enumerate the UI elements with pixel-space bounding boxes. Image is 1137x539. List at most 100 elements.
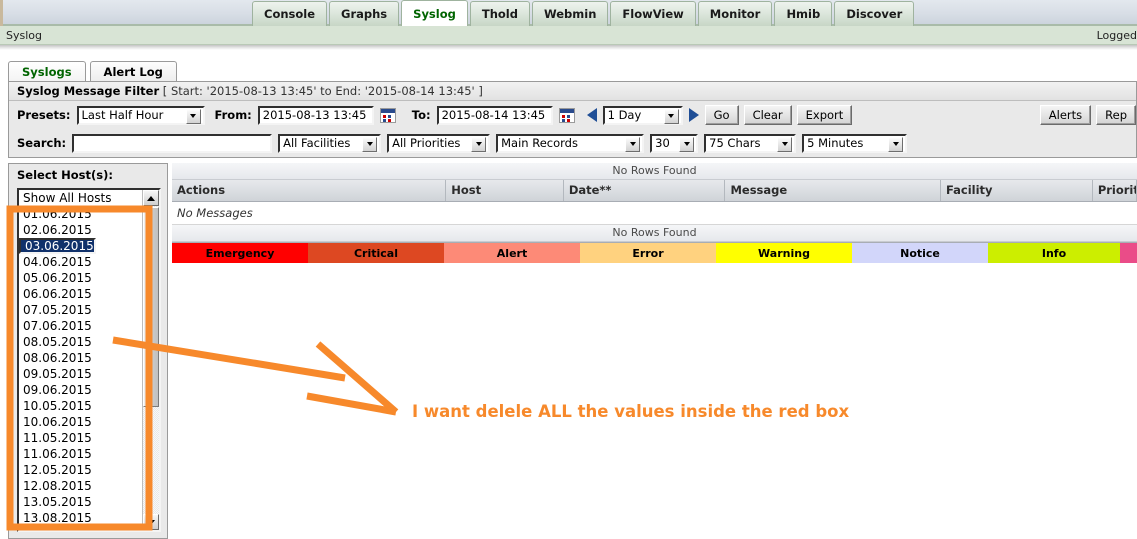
topbar-left-edge — [0, 0, 3, 26]
export-button[interactable]: Export — [796, 105, 853, 125]
select-hosts-panel: Select Host(s): Show All Hosts 01.06.2015… — [8, 163, 168, 539]
severity-extra[interactable] — [1120, 243, 1137, 263]
to-label: To: — [411, 108, 431, 122]
chars-select[interactable]: 75 Chars — [704, 133, 797, 153]
top-tab-flowview[interactable]: FlowView — [610, 1, 696, 26]
filter-title-text: Syslog Message Filter — [17, 84, 160, 98]
chevron-down-icon — [888, 136, 904, 152]
host-list-item[interactable]: 13.08.2015 — [19, 510, 143, 526]
to-date-input[interactable] — [436, 105, 553, 125]
refresh-select[interactable]: 5 Minutes — [802, 133, 908, 153]
from-label: From: — [214, 108, 252, 122]
host-list-item[interactable]: 02.06.2015 — [19, 222, 143, 238]
clear-button[interactable]: Clear — [743, 105, 792, 125]
calendar-icon-from[interactable] — [379, 107, 396, 123]
facilities-select[interactable]: All Facilities — [278, 133, 382, 153]
column-header-facility[interactable]: Facility — [941, 180, 1093, 201]
host-list-item[interactable]: 06.06.2015 — [19, 286, 143, 302]
search-input[interactable] — [72, 133, 273, 153]
chevron-down-icon — [471, 136, 487, 152]
presets-select[interactable]: Last Half Hour — [76, 105, 205, 125]
column-header-priority[interactable]: Priority — [1093, 180, 1137, 201]
page-shadow — [0, 45, 1137, 50]
sub-tab-syslogs[interactable]: Syslogs — [8, 61, 86, 82]
filter-date-range: [ Start: '2015-08-13 13:45' to End: '201… — [162, 84, 483, 98]
scroll-down-arrow-icon[interactable] — [143, 514, 159, 530]
priorities-select[interactable]: All Priorities — [387, 133, 491, 153]
host-list-item[interactable]: 11.05.2015 — [19, 430, 143, 446]
select-hosts-label: Select Host(s): — [17, 168, 113, 182]
syslog-results-area: No Rows Found Actions Host Date** Message Fa… — [172, 163, 1137, 263]
results-table-header: ActionsHostDate**MessageFacilityPriority — [172, 180, 1137, 202]
host-list-item[interactable]: 09.06.2015 — [19, 382, 143, 398]
host-list-item[interactable]: 07.05.2015 — [19, 302, 143, 318]
search-label: Search: — [17, 136, 67, 150]
host-list-item[interactable]: 03.06.2015 — [19, 238, 96, 254]
chevron-down-icon — [679, 136, 695, 152]
from-date-input[interactable] — [257, 105, 374, 125]
annotation-arrow-line-lower — [306, 392, 397, 416]
severity-critical[interactable]: Critical — [308, 243, 444, 263]
top-tab-webmin[interactable]: Webmin — [531, 1, 609, 26]
host-list-item[interactable]: 08.05.2015 — [19, 334, 143, 350]
chevron-down-icon — [777, 136, 793, 152]
top-tab-monitor[interactable]: Monitor — [697, 1, 773, 26]
calendar-icon-to[interactable] — [558, 107, 575, 123]
host-list-item-show-all[interactable]: Show All Hosts — [19, 190, 143, 206]
host-list-item[interactable]: 12.08.2015 — [19, 478, 143, 494]
host-list-item[interactable]: 05.06.2015 — [19, 270, 143, 286]
severity-info[interactable]: Info — [988, 243, 1120, 263]
chevron-down-icon — [625, 136, 641, 152]
top-tab-console[interactable]: Console — [252, 1, 328, 26]
column-header-actions[interactable]: Actions — [172, 180, 447, 201]
scroll-up-arrow-icon[interactable] — [143, 190, 159, 206]
alerts-button[interactable]: Alerts — [1039, 105, 1092, 125]
column-header-message[interactable]: Message — [725, 180, 941, 201]
host-list-item[interactable]: 08.06.2015 — [19, 350, 143, 366]
host-list-scrollbar[interactable] — [142, 190, 159, 530]
host-list-item[interactable]: 10.05.2015 — [19, 398, 143, 414]
breadcrumb-bar: Syslog Logged — [0, 26, 1137, 45]
priorities-value: All Priorities — [392, 136, 461, 150]
previous-period-arrow-icon[interactable] — [586, 108, 597, 122]
annotation-text: I want delele ALL the values inside the … — [412, 402, 850, 421]
top-tab-hmib[interactable]: Hmib — [774, 1, 833, 26]
presets-label: Presets: — [17, 108, 71, 122]
top-tab-thold[interactable]: Thold — [469, 1, 530, 26]
presets-value: Last Half Hour — [81, 108, 164, 122]
top-tab-syslog[interactable]: Syslog — [401, 0, 468, 26]
host-list-items: Show All Hosts 01.06.2015 02.06.2015 03.06.… — [19, 190, 143, 526]
rows-select[interactable]: 30 — [650, 133, 699, 153]
interval-select[interactable]: 1 Day — [602, 105, 683, 125]
annotation-arrow-head-upper — [315, 341, 399, 415]
column-header-host[interactable]: Host — [446, 180, 564, 201]
syslog-message-filter-panel: Syslog Message Filter [ Start: '2015-08-… — [8, 81, 1137, 158]
host-list-item[interactable]: 11.06.2015 — [19, 446, 143, 462]
column-header-date[interactable]: Date** — [564, 180, 726, 201]
chars-value: 75 Chars — [709, 136, 761, 150]
host-list-item[interactable]: 07.06.2015 — [19, 318, 143, 334]
host-list-item[interactable]: 04.06.2015 — [19, 254, 143, 270]
scrollbar-thumb[interactable] — [143, 207, 159, 407]
host-list-item[interactable]: 12.05.2015 — [19, 462, 143, 478]
severity-warning[interactable]: Warning — [716, 243, 852, 263]
severity-notice[interactable]: Notice — [852, 243, 988, 263]
sub-tab-alert-log[interactable]: Alert Log — [89, 61, 177, 82]
host-list-item[interactable]: 13.05.2015 — [19, 494, 143, 510]
chevron-down-icon — [362, 136, 378, 152]
top-tab-graphs[interactable]: Graphs — [329, 1, 400, 26]
top-tab-discover[interactable]: Discover — [834, 1, 915, 26]
host-list-item[interactable]: 09.05.2015 — [19, 366, 143, 382]
severity-emergency[interactable]: Emergency — [172, 243, 308, 263]
host-list-item[interactable]: 01.06.2015 — [19, 206, 143, 222]
host-listbox[interactable]: Show All Hosts 01.06.2015 02.06.2015 03.06.… — [17, 188, 161, 532]
records-select[interactable]: Main Records — [496, 133, 645, 153]
severity-alert[interactable]: Alert — [444, 243, 580, 263]
go-button[interactable]: Go — [704, 105, 739, 125]
next-period-arrow-icon[interactable] — [688, 108, 699, 122]
reports-button[interactable]: Rep — [1096, 105, 1136, 125]
host-list-item[interactable]: 10.06.2015 — [19, 414, 143, 430]
no-rows-found-bottom: No Rows Found — [172, 225, 1137, 242]
interval-value: 1 Day — [607, 108, 642, 122]
severity-error[interactable]: Error — [580, 243, 716, 263]
